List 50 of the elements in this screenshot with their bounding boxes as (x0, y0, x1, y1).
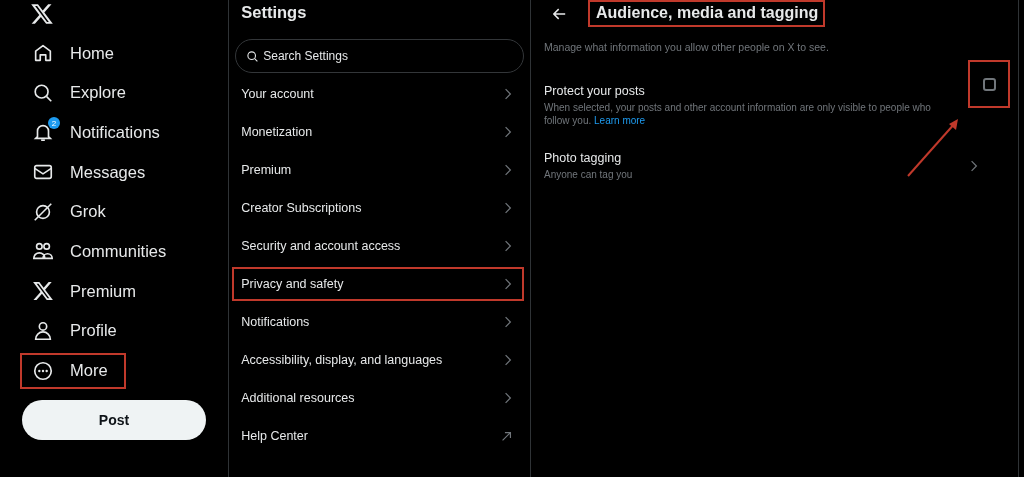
chevron-right-icon (504, 354, 512, 366)
chevron-right-icon (504, 316, 512, 328)
nav-item[interactable]: 2 Notifications (22, 114, 172, 151)
back-arrow-icon[interactable] (553, 7, 566, 20)
page-description: Manage what information you allow other people on X to see. (544, 41, 830, 53)
home-icon (32, 42, 54, 64)
settings-item[interactable]: Creator Subscriptions (232, 191, 524, 225)
nav-item[interactable]: Premium (22, 273, 148, 310)
settings-item[interactable]: Security and account access (232, 229, 524, 263)
nav-item[interactable]: More (20, 352, 126, 389)
settings-item[interactable]: Privacy and safety (232, 267, 524, 301)
settings-item[interactable]: Monetization (232, 115, 524, 149)
checkbox[interactable] (982, 77, 996, 91)
nav-item[interactable]: Communities (22, 233, 179, 270)
learn-more-link[interactable]: Learn more (594, 115, 646, 126)
settings-item[interactable]: Additional resources (232, 381, 524, 415)
chevron-right-icon (504, 202, 512, 214)
diagonal-arrow-icon (501, 430, 512, 442)
photo-tagging-row[interactable]: Photo tagging Anyone can tag you (544, 151, 990, 181)
x-logo-icon[interactable] (30, 2, 54, 26)
chevron-right-icon (504, 164, 512, 176)
chevron-right-icon (970, 160, 978, 172)
chevron-right-icon (504, 392, 512, 404)
nav-item[interactable]: Grok (22, 193, 118, 230)
post-button[interactable]: Post (22, 400, 206, 441)
chevron-right-icon (504, 240, 512, 252)
chevron-right-icon (504, 278, 512, 290)
settings-item[interactable]: Help Center (232, 419, 524, 453)
settings-item[interactable]: Accessibility, display, and languages (232, 343, 524, 377)
settings-title: Settings (241, 3, 308, 23)
notification-badge: 2 (48, 117, 60, 130)
x-logo-icon (32, 280, 54, 303)
person-icon (32, 319, 54, 342)
setting-label: Protect your posts (544, 84, 646, 98)
nav-item[interactable]: Profile (22, 312, 129, 349)
settings-item[interactable]: Premium (232, 153, 524, 187)
chevron-right-icon (504, 88, 512, 100)
page-title: Audience, media and tagging (588, 0, 826, 27)
nav-item[interactable]: Home (22, 35, 126, 71)
nav-item[interactable]: Messages (22, 154, 158, 191)
chevron-right-icon (504, 126, 512, 138)
search-icon (32, 81, 54, 104)
search-icon (246, 50, 260, 63)
settings-item[interactable]: Your account (232, 77, 524, 111)
search-field[interactable]: Search Settings (235, 39, 524, 73)
slashed-circle-icon (32, 200, 54, 223)
setting-description: When selected, your posts and other account information are only visible to people who follow you. Learn more (544, 101, 932, 127)
nav-item[interactable]: Explore (22, 74, 138, 111)
settings-item[interactable]: Notifications (232, 305, 524, 339)
more-icon (32, 359, 54, 382)
